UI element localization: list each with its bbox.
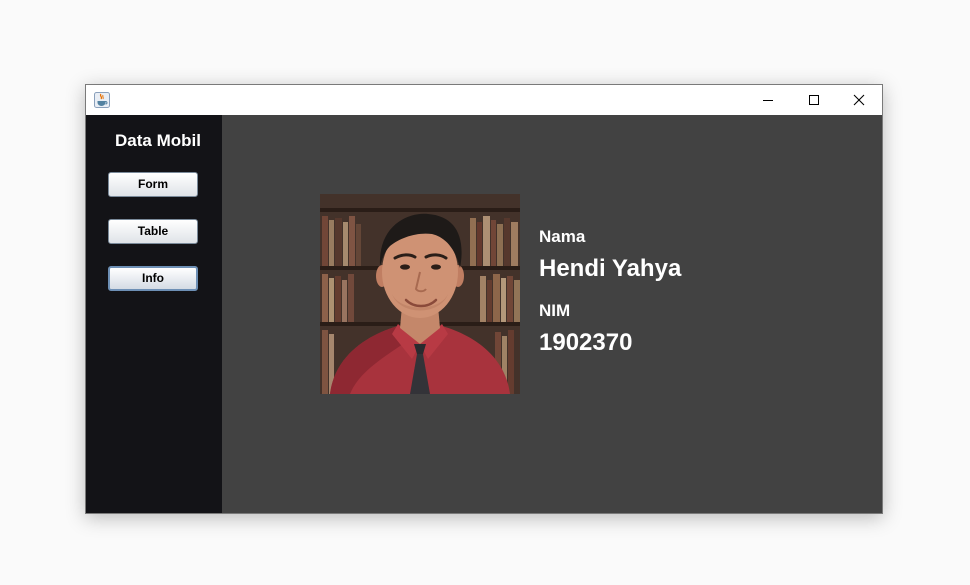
sidebar: Data Mobil Form Table Info (86, 115, 222, 513)
portrait-illustration (320, 194, 520, 394)
maximize-icon (809, 95, 819, 105)
nim-label: NIM (539, 301, 571, 320)
info-panel: Nama Hendi Yahya NIM 1902370 (222, 115, 882, 513)
maximize-button[interactable] (791, 85, 837, 115)
name-value: Hendi Yahya (539, 255, 682, 282)
minimize-icon (763, 100, 773, 101)
minimize-button[interactable] (745, 85, 791, 115)
java-cup-icon (94, 92, 110, 108)
sidebar-title: Data Mobil (115, 131, 201, 150)
close-icon (853, 94, 865, 106)
title-bar[interactable] (86, 85, 882, 115)
form-button[interactable]: Form (108, 172, 198, 197)
portrait-photo (320, 194, 520, 394)
close-button[interactable] (836, 85, 882, 115)
info-button[interactable]: Info (108, 266, 198, 291)
app-window: Data Mobil Form Table Info Nama Hendi Ya… (85, 84, 883, 514)
table-button[interactable]: Table (108, 219, 198, 244)
nim-value: 1902370 (539, 329, 633, 356)
name-label: Nama (539, 227, 586, 246)
